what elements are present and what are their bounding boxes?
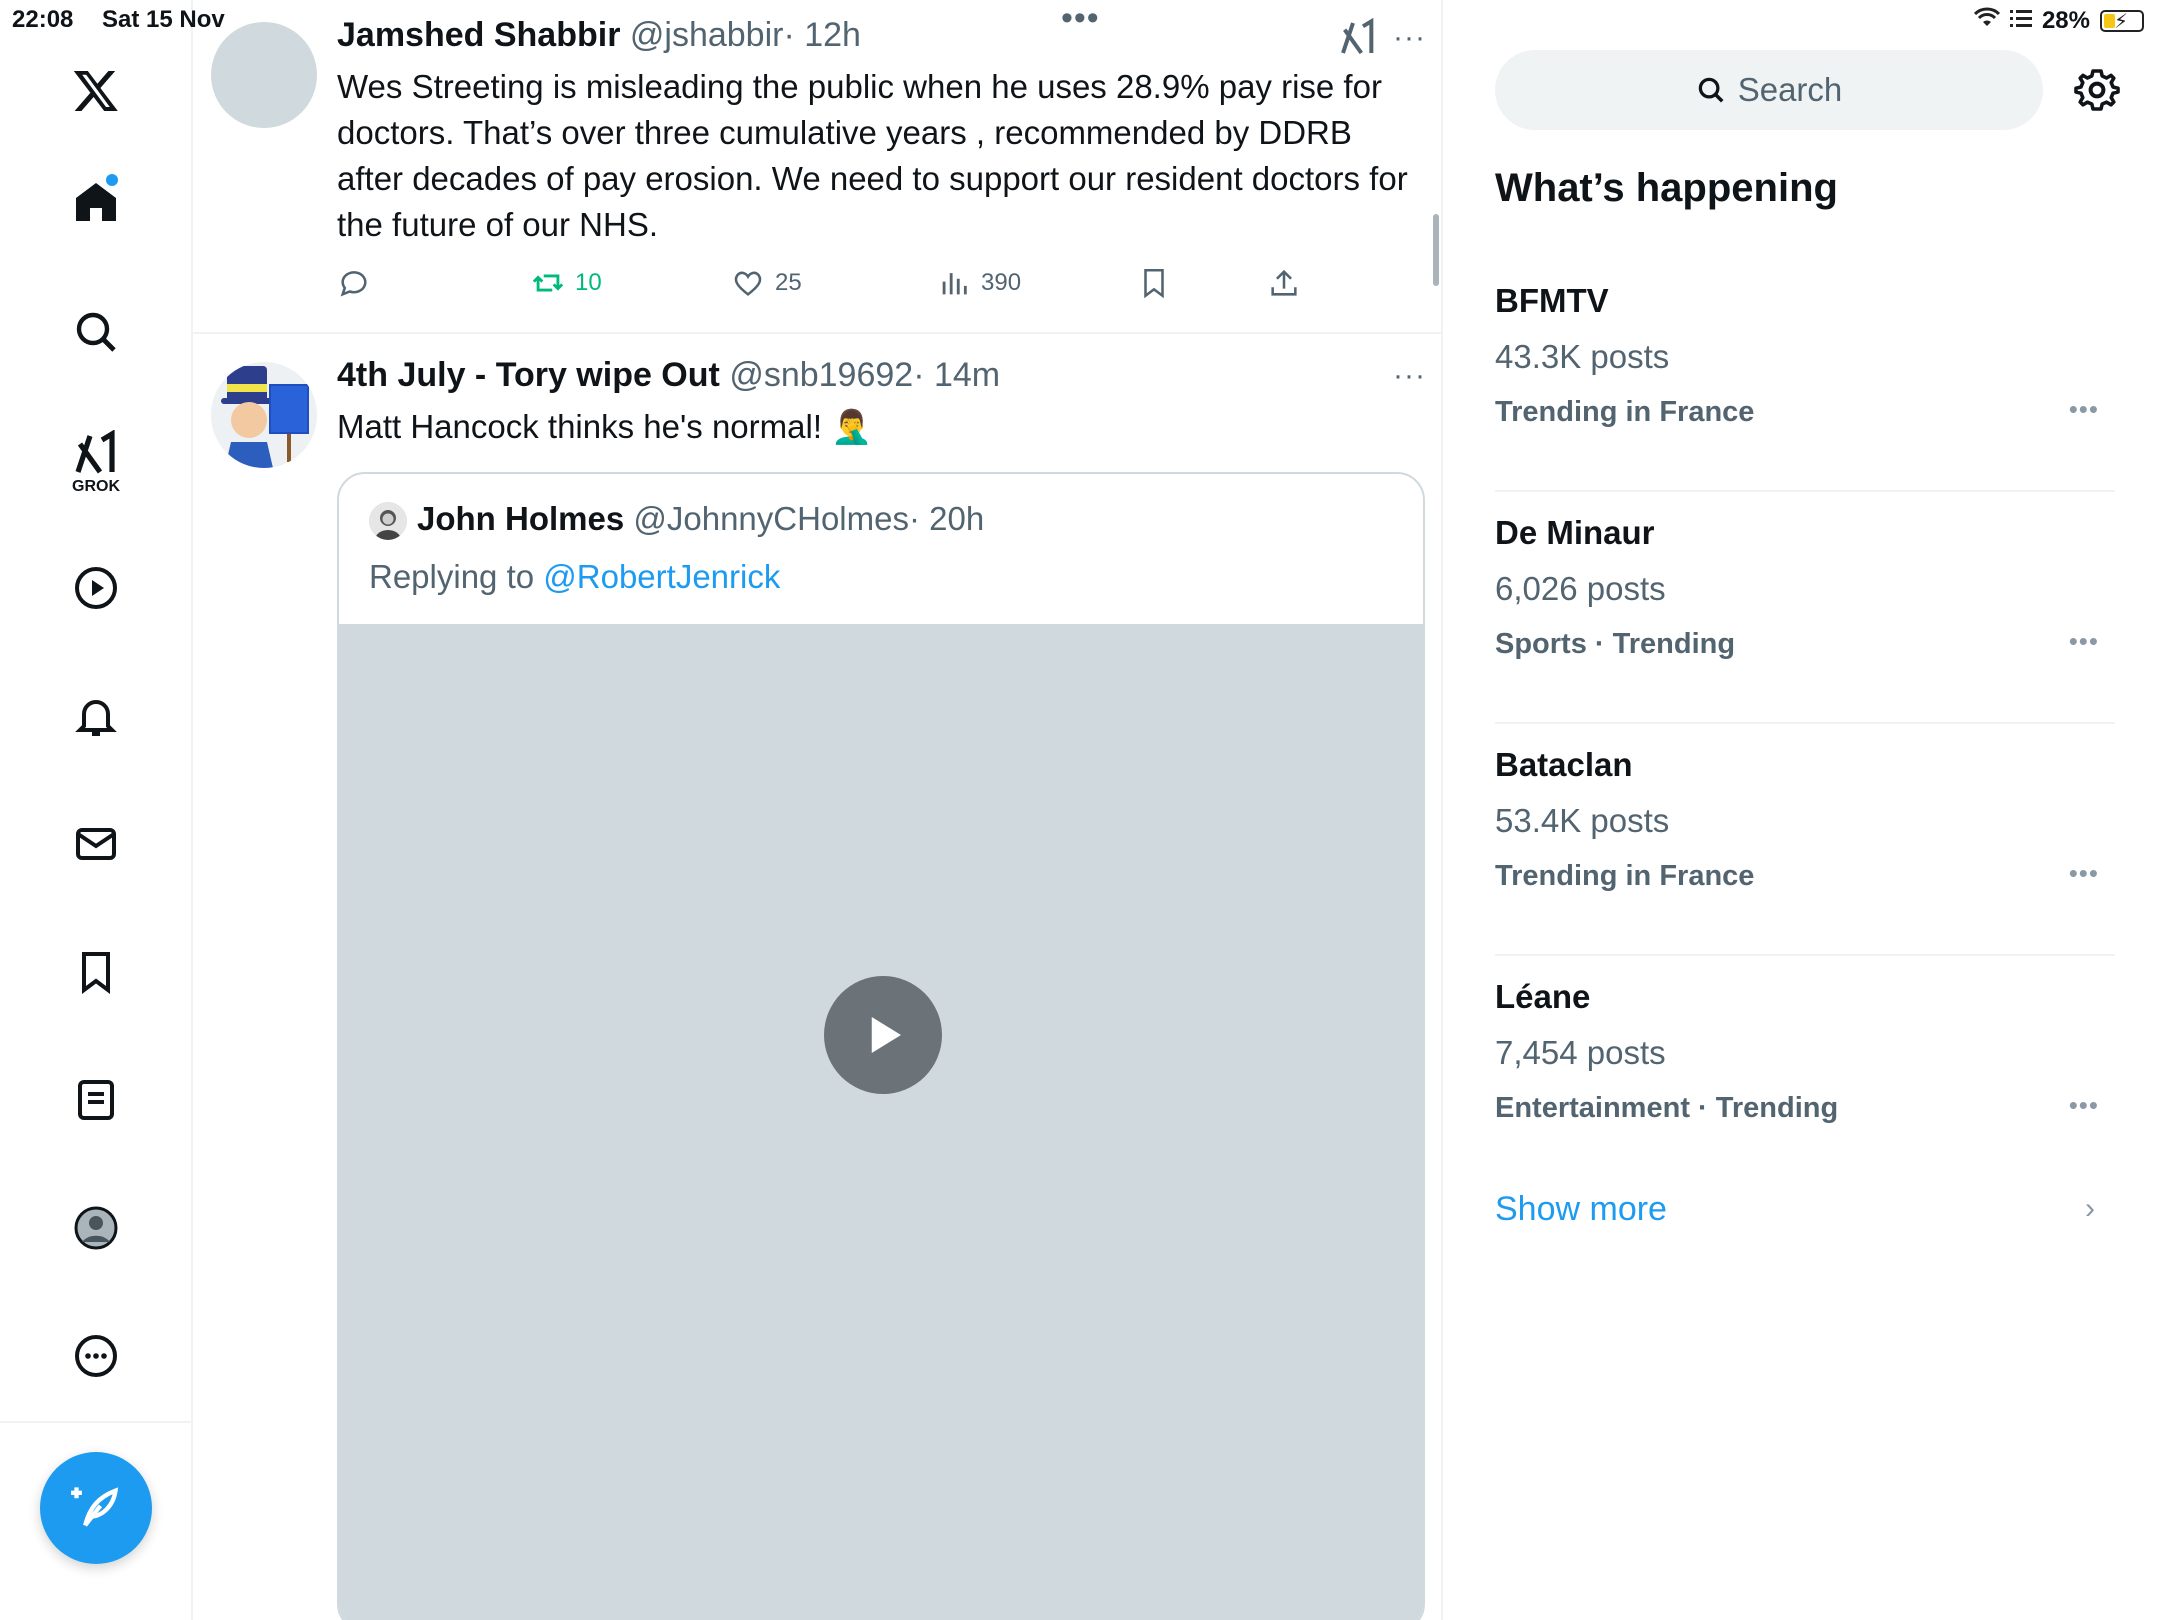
trend-count: 7,454 posts <box>1495 1034 1666 1071</box>
right-sidebar: Search What’s happening BFMTV 43.3K post… <box>1445 0 2160 1620</box>
show-more-link[interactable]: Show more <box>1495 1190 1667 1229</box>
author-name[interactable]: 4th July - Tory wipe Out <box>337 356 720 394</box>
post-time[interactable]: · 14m <box>913 356 1000 394</box>
nav-divider <box>0 1421 193 1423</box>
video-media[interactable] <box>339 624 1423 1620</box>
x-logo-icon[interactable] <box>66 60 126 120</box>
trend-more-icon[interactable]: ••• <box>2069 396 2099 422</box>
more-options-icon[interactable] <box>66 1326 126 1386</box>
quoted-author-name[interactable]: John Holmes <box>417 500 624 537</box>
post-more-icon[interactable]: ··· <box>1393 361 1426 391</box>
trend-item[interactable]: BFMTV 43.3K posts Trending in France ••• <box>1495 260 2115 492</box>
notifications-bell-icon[interactable] <box>66 686 126 746</box>
like-count: 25 <box>775 269 802 296</box>
search-input[interactable]: Search <box>1495 50 2043 130</box>
like-button[interactable]: 25 <box>731 266 802 300</box>
feather-plus-icon <box>71 1487 119 1527</box>
trend-more-icon[interactable]: ••• <box>2069 628 2099 654</box>
status-bar: 22:08 Sat 15 Nov 28% ⚡ <box>0 0 2160 40</box>
replying-to-label: Replying to <box>369 558 544 595</box>
grok-label: GROK <box>72 478 120 495</box>
status-time: 22:08 <box>12 6 74 33</box>
messages-envelope-icon[interactable] <box>66 814 126 874</box>
scrollbar-thumb[interactable] <box>1433 214 1439 286</box>
views-button[interactable]: 390 <box>937 266 1021 300</box>
quoted-avatar[interactable] <box>369 502 407 540</box>
retweet-icon <box>532 274 564 292</box>
trend-category: Trending in France <box>1495 860 1755 892</box>
video-icon[interactable] <box>66 558 126 618</box>
lists-icon[interactable] <box>66 1070 126 1130</box>
trend-more-icon[interactable]: ••• <box>2069 860 2099 886</box>
trend-item[interactable]: Léane 7,454 posts Entertainment · Trendi… <box>1495 956 2115 1188</box>
wifi-icon <box>1973 6 2001 35</box>
trend-name: Léane <box>1495 978 1591 1015</box>
trend-category: Sports · Trending <box>1495 628 1736 660</box>
post[interactable]: 4th July - Tory wipe Out @snb19692· 14m … <box>193 336 1441 1620</box>
post-text: Matt Hancock thinks he's normal! 🤦‍♂️ <box>337 408 873 445</box>
trend-name: De Minaur <box>1495 514 1655 551</box>
left-nav: GROK <box>0 0 193 1620</box>
views-count: 390 <box>981 269 1022 296</box>
settings-gear-icon[interactable] <box>2073 66 2121 114</box>
chevron-right-icon[interactable]: › <box>2085 1192 2095 1226</box>
compose-post-button[interactable] <box>40 1452 152 1564</box>
timeline-feed: ••• Jamshed Shabbir @jshabbir· 12h ··· W… <box>193 0 1443 1620</box>
share-upload-icon <box>1271 269 1297 296</box>
post-text: Wes Streeting is misleading the public w… <box>337 68 1408 243</box>
bookmark-button[interactable] <box>1137 266 1171 300</box>
reply-icon <box>340 271 367 297</box>
whats-happening-title: What’s happening <box>1495 166 1838 210</box>
battery-icon: ⚡ <box>2100 9 2144 33</box>
trend-category: Trending in France <box>1495 396 1755 428</box>
search-placeholder: Search <box>1737 71 1843 108</box>
replying-to-mention[interactable]: @RobertJenrick <box>543 558 780 595</box>
trend-name: Bataclan <box>1495 746 1633 783</box>
quoted-post[interactable]: John Holmes @JohnnyCHolmes· 20h Replying… <box>337 472 1425 1620</box>
avatar[interactable] <box>211 362 317 468</box>
play-icon <box>871 1017 901 1053</box>
trend-count: 6,026 posts <box>1495 570 1666 607</box>
retweet-count: 10 <box>575 269 602 296</box>
status-date: Sat 15 Nov <box>102 6 225 33</box>
quoted-post-time[interactable]: · 20h <box>909 500 984 537</box>
bookmark-icon <box>1144 268 1164 299</box>
cartoon-avatar-image <box>211 362 317 468</box>
quoted-avatar-image <box>369 502 407 540</box>
quoted-author-handle[interactable]: @JohnnyCHolmes <box>633 500 909 537</box>
trend-more-icon[interactable]: ••• <box>2069 1092 2099 1118</box>
reply-button[interactable] <box>337 266 371 300</box>
list-icon <box>2009 7 2032 35</box>
play-button[interactable] <box>824 976 942 1094</box>
profile-avatar-icon[interactable] <box>66 1198 126 1258</box>
grok-icon[interactable] <box>66 424 126 484</box>
post[interactable]: Jamshed Shabbir @jshabbir· 12h ··· Wes S… <box>193 0 1441 334</box>
search-icon[interactable] <box>66 302 126 362</box>
retweet-button[interactable]: 10 <box>531 266 602 300</box>
heart-icon <box>734 271 762 296</box>
trend-name: BFMTV <box>1495 282 1609 319</box>
trend-item[interactable]: De Minaur 6,026 posts Sports · Trending … <box>1495 492 2115 724</box>
search-icon <box>1698 77 1724 103</box>
trend-item[interactable]: Bataclan 53.4K posts Trending in France … <box>1495 724 2115 956</box>
post-header: 4th July - Tory wipe Out @snb19692· 14m <box>337 356 1000 395</box>
trend-category: Entertainment · Trending <box>1495 1092 1839 1124</box>
author-handle[interactable]: @snb19692 <box>729 356 913 394</box>
home-notification-dot <box>106 174 118 186</box>
battery-percent: 28% <box>2041 6 2090 34</box>
trend-count: 53.4K posts <box>1495 802 1670 839</box>
share-button[interactable] <box>1267 266 1301 300</box>
bookmarks-icon[interactable] <box>66 942 126 1002</box>
trend-count: 43.3K posts <box>1495 338 1670 375</box>
quoted-post-header: John Holmes @JohnnyCHolmes· 20h <box>417 500 984 538</box>
post-actions: 10 25 390 <box>337 266 1337 306</box>
replying-to: Replying to @RobertJenrick <box>369 558 780 596</box>
views-chart-icon <box>942 273 967 295</box>
status-right: 28% ⚡ <box>1973 6 2144 35</box>
